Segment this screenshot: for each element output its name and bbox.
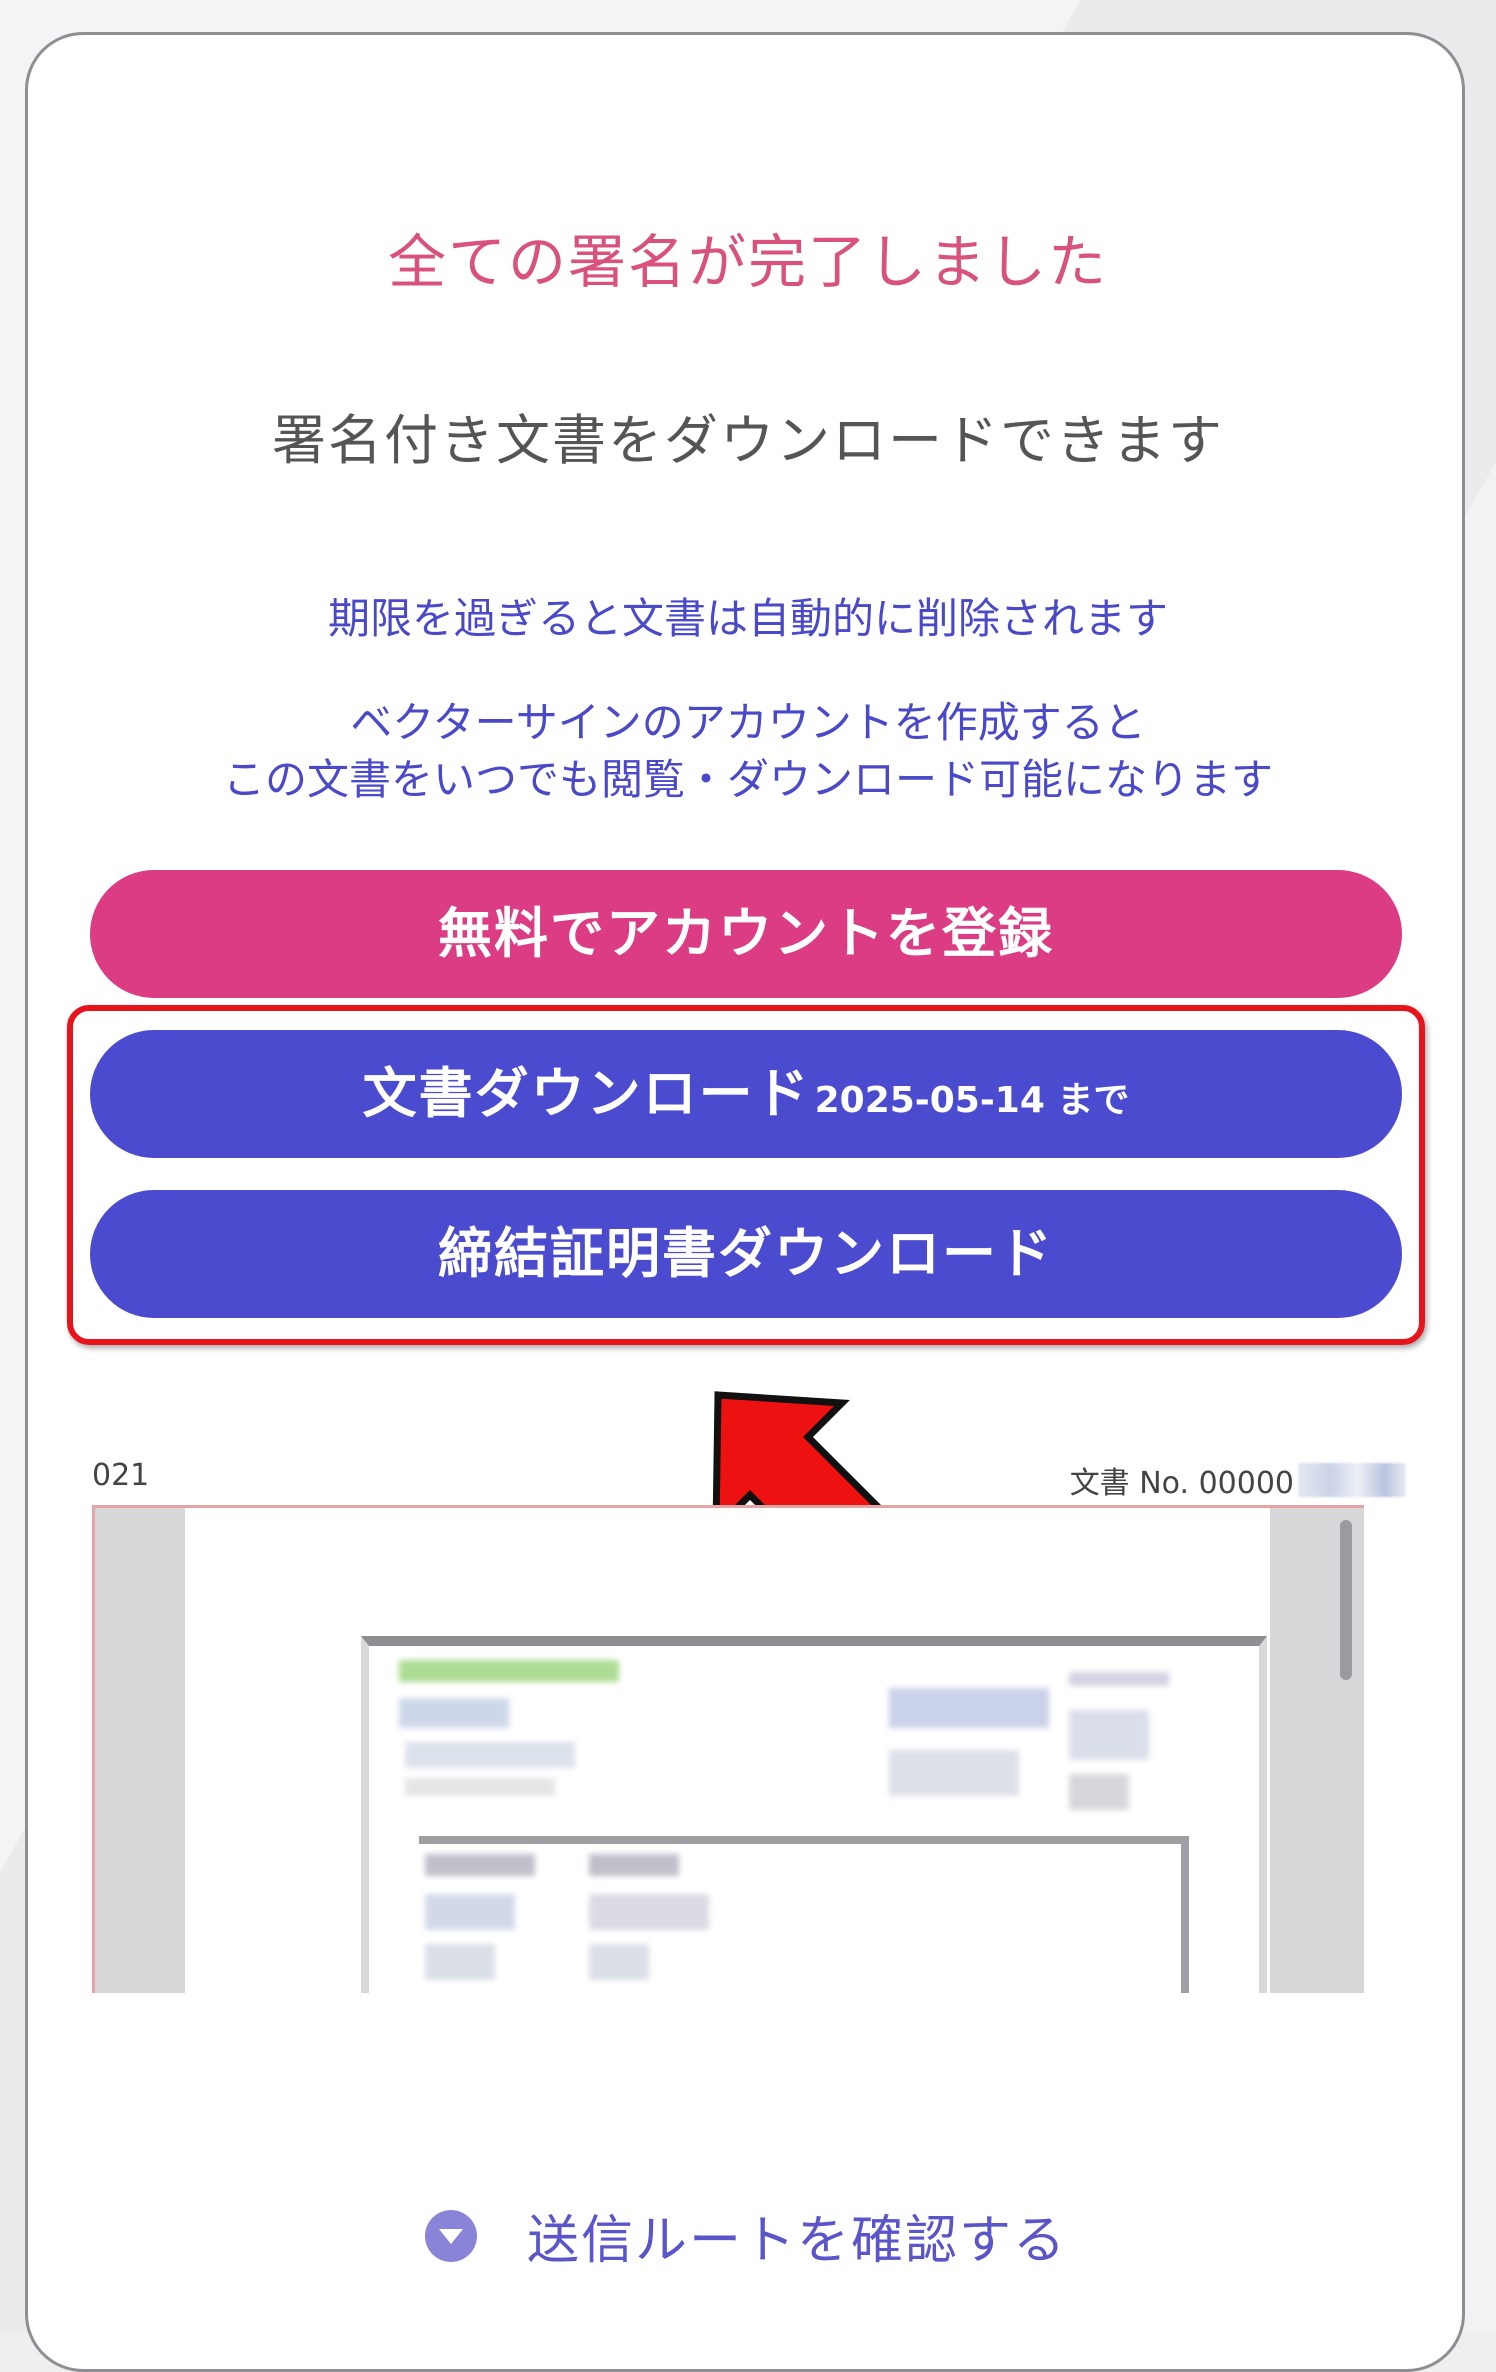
redacted-block [589, 1944, 649, 1980]
preview-page [185, 1508, 1270, 1993]
preview-left-meta: 021 [92, 1458, 150, 1493]
register-account-button[interactable]: 無料でアカウントを登録 [90, 870, 1402, 998]
register-account-label: 無料でアカウントを登録 [438, 902, 1054, 965]
document-number-label: 文書 No. 00000 [1069, 1466, 1294, 1501]
chevron-down-circle-icon [425, 2209, 477, 2262]
view-send-route-link[interactable]: 送信ルートを確認する [425, 2198, 1067, 2273]
redacted-block [425, 1854, 535, 1876]
page-subtitle: 署名付き文書をダウンロードできます [272, 409, 1224, 472]
redacted-number [1298, 1463, 1406, 1497]
expiry-note: 期限を過ぎると文書は自動的に削除されます [327, 594, 1168, 643]
document-preview[interactable] [92, 1505, 1364, 1993]
redacted-block [1069, 1774, 1129, 1810]
redacted-block [425, 1894, 515, 1930]
redacted-block [889, 1750, 1019, 1796]
view-send-route-label: 送信ルートを確認する [527, 2211, 1068, 2271]
page-title: 全ての署名が完了しました [387, 228, 1108, 296]
redacted-block [399, 1698, 509, 1728]
redacted-block [1069, 1672, 1169, 1686]
preview-table [419, 1836, 1189, 1993]
redacted-block [589, 1894, 709, 1930]
redacted-block [1069, 1710, 1149, 1760]
redacted-block [399, 1660, 619, 1682]
redacted-block [589, 1854, 679, 1876]
redacted-block [889, 1688, 1049, 1728]
redacted-block [405, 1778, 555, 1796]
redacted-block [405, 1742, 575, 1768]
redacted-block [425, 1944, 495, 1980]
account-note-line2: この文書をいつでも閲覧・ダウンロード可能になります [222, 755, 1273, 804]
account-note-line1: ベクターサインのアカウントを作成すると [350, 698, 1146, 747]
preview-scrollbar[interactable] [1340, 1520, 1352, 1680]
document-number: 文書 No. 00000 [1070, 1458, 1406, 1502]
download-buttons-highlight [67, 1005, 1425, 1345]
preview-document [361, 1636, 1267, 1993]
